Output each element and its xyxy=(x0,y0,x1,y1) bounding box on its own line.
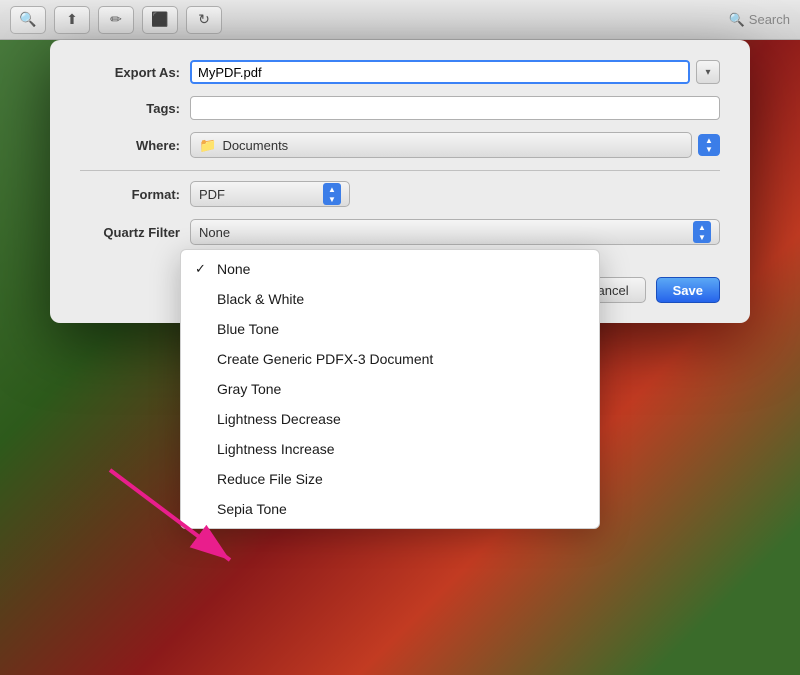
down-arrow-icon: ▼ xyxy=(328,195,336,204)
share-button[interactable]: ⬆ xyxy=(54,6,90,34)
dropdown-item-label: Sepia Tone xyxy=(217,501,287,517)
dialog-body: Export As: ▾ Tags: Where: 📁 Documents ▲ … xyxy=(50,40,750,267)
save-button[interactable]: Save xyxy=(656,277,720,303)
dropdown-item-lightness-increase[interactable]: Lightness Increase xyxy=(181,434,599,464)
dropdown-item-label: None xyxy=(217,261,250,277)
export-dialog: Export As: ▾ Tags: Where: 📁 Documents ▲ … xyxy=(50,40,750,323)
where-row: Where: 📁 Documents ▲ ▼ xyxy=(80,132,720,158)
export-as-label: Export As: xyxy=(80,65,180,80)
where-value: Documents xyxy=(222,138,288,153)
format-value: PDF xyxy=(199,187,225,202)
quartz-filter-row: Quartz Filter None ▲ ▼ None Black & Whit… xyxy=(80,219,720,245)
dropdown-item-label: Lightness Increase xyxy=(217,441,335,457)
chevron-down-icon: ▾ xyxy=(705,67,710,78)
rotate-icon: ↻ xyxy=(198,11,210,28)
export-as-input[interactable] xyxy=(190,60,690,84)
dropdown-item-label: Black & White xyxy=(217,291,304,307)
format-stepper[interactable]: ▲ ▼ xyxy=(323,183,341,205)
dropdown-item-none[interactable]: None xyxy=(181,254,599,284)
up-arrow-icon: ▲ xyxy=(698,223,706,232)
dropdown-item-label: Gray Tone xyxy=(217,381,281,397)
export-as-row: Export As: ▾ xyxy=(80,60,720,84)
quartz-filter-label: Quartz Filter xyxy=(80,225,180,240)
search-icon: 🔍 xyxy=(729,12,745,28)
dropdown-item-pdfx3[interactable]: Create Generic PDFX-3 Document xyxy=(181,344,599,374)
expand-button[interactable]: ▾ xyxy=(696,60,720,84)
format-select[interactable]: PDF ▲ ▼ xyxy=(190,181,350,207)
format-label: Format: xyxy=(80,187,180,202)
search-label: Search xyxy=(749,12,790,27)
share-icon: ⬆ xyxy=(66,11,78,28)
tags-label: Tags: xyxy=(80,101,180,116)
crop-button[interactable]: ⬛ xyxy=(142,6,178,34)
tags-input[interactable] xyxy=(190,96,720,120)
zoom-in-icon: 🔍 xyxy=(19,11,36,28)
quartz-stepper[interactable]: ▲ ▼ xyxy=(693,221,711,243)
annotate-button[interactable]: ✏ xyxy=(98,6,134,34)
down-arrow-icon: ▼ xyxy=(698,233,706,242)
dropdown-item-lightness-decrease[interactable]: Lightness Decrease xyxy=(181,404,599,434)
up-arrow-icon: ▲ xyxy=(328,185,336,194)
dropdown-item-label: Lightness Decrease xyxy=(217,411,341,427)
quartz-filter-value: None xyxy=(199,225,230,240)
folder-icon: 📁 xyxy=(199,137,216,154)
dropdown-item-label: Create Generic PDFX-3 Document xyxy=(217,351,433,367)
where-arrows-button[interactable]: ▲ ▼ xyxy=(698,134,720,156)
dropdown-item-gray-tone[interactable]: Gray Tone xyxy=(181,374,599,404)
divider xyxy=(80,170,720,171)
dropdown-item-label: Reduce File Size xyxy=(217,471,323,487)
where-select[interactable]: 📁 Documents xyxy=(190,132,692,158)
tags-row: Tags: xyxy=(80,96,720,120)
toolbar: 🔍 ⬆ ✏ ⬛ ↻ 🔍 Search xyxy=(0,0,800,40)
dropdown-item-sepia-tone[interactable]: Sepia Tone xyxy=(181,494,599,524)
where-label: Where: xyxy=(80,138,180,153)
dropdown-item-label: Blue Tone xyxy=(217,321,279,337)
annotate-icon: ✏ xyxy=(110,11,122,28)
rotate-button[interactable]: ↻ xyxy=(186,6,222,34)
dropdown-item-blue-tone[interactable]: Blue Tone xyxy=(181,314,599,344)
crop-icon: ⬛ xyxy=(151,11,168,28)
zoom-in-button[interactable]: 🔍 xyxy=(10,6,46,34)
chevron-down-icon: ▼ xyxy=(705,146,713,154)
chevron-up-icon: ▲ xyxy=(705,137,713,145)
dropdown-item-reduce-file-size[interactable]: Reduce File Size xyxy=(181,464,599,494)
quartz-filter-select[interactable]: None ▲ ▼ xyxy=(190,219,720,245)
dropdown-item-bw[interactable]: Black & White xyxy=(181,284,599,314)
search-area: 🔍 Search xyxy=(729,12,790,28)
quartz-filter-dropdown: None Black & White Blue Tone Create Gene… xyxy=(180,249,600,529)
format-row: Format: PDF ▲ ▼ xyxy=(80,181,720,207)
